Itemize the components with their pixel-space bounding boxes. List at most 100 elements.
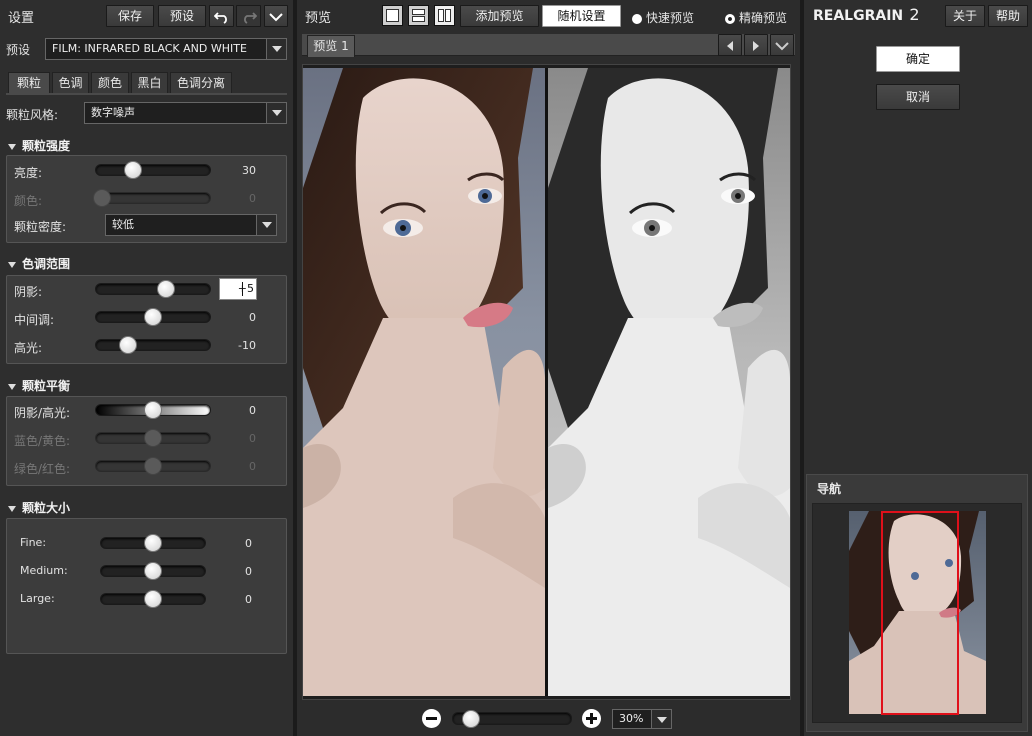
grain-color-label: 颜色: [14,194,43,208]
grain-color-slider-knob[interactable] [93,189,111,207]
zoom-value: 30% [619,712,644,725]
preset-select[interactable]: FILM: INFRARED BLACK AND WHITE [45,38,287,60]
shadows-value-input[interactable]: +5 [219,278,257,300]
medium-label: Medium: [20,564,68,577]
blue-yellow-label: 蓝色/黄色: [14,434,71,448]
processed-preview-image[interactable] [548,68,790,696]
add-preview-button[interactable]: 添加预览 [460,5,539,27]
highlights-label: 高光: [14,341,43,355]
undo-button[interactable] [209,5,234,27]
chevron-down-icon [266,103,286,123]
large-slider-knob[interactable] [144,590,162,608]
highlights-slider-track[interactable] [95,339,211,351]
shadow-highlight-slider-knob[interactable] [144,401,162,419]
blue-yellow-slider-knob[interactable] [144,429,162,447]
random-settings-button[interactable]: 随机设置 [542,5,621,27]
split-horizontal-icon [412,9,425,15]
app-logo-text: REALGRAIN [813,8,904,24]
tab-grain[interactable]: 颗粒 [8,72,50,94]
tab-bw[interactable]: 黑白 [131,72,168,94]
original-preview-image[interactable] [303,68,545,696]
accurate-preview-radio[interactable]: 精确预览 [725,9,787,26]
highlights-slider-knob[interactable] [119,336,137,354]
accurate-preview-label: 精确预览 [739,11,788,25]
shadows-slider-track[interactable] [95,283,211,295]
tab-scroll-left-button[interactable] [718,34,742,56]
portrait-color-drawing [303,68,545,696]
chevron-down-icon [266,39,286,59]
single-view-icon [386,9,399,22]
tab-bar-divider [6,93,287,95]
fast-preview-radio[interactable]: 快速预览 [632,9,694,26]
radio-icon [632,13,642,24]
midtones-slider-knob[interactable] [144,308,162,326]
portrait-bw-drawing [548,68,790,696]
green-red-label: 绿色/红色: [14,462,71,476]
brightness-slider-track[interactable] [95,164,211,176]
medium-slider-knob[interactable] [144,562,162,580]
chevron-down-icon [775,42,789,51]
tab-tone[interactable]: 色调 [52,72,89,94]
medium-value: 0 [245,565,252,578]
help-button[interactable]: 帮助 [988,5,1028,27]
grain-color-value: 0 [249,192,256,205]
section-grain-size-header[interactable]: 颗粒大小 [8,499,70,516]
section-grain-strength-header[interactable]: 颗粒强度 [8,137,70,154]
preview-tab-label: 预览 1 [313,39,349,53]
navigator-title: 导航 [817,482,842,496]
menu-dropdown-button[interactable] [264,5,288,27]
large-value: 0 [245,593,252,606]
about-button[interactable]: 关于 [945,5,985,27]
save-button[interactable]: 保存 [106,5,154,27]
brightness-slider-knob[interactable] [124,161,142,179]
chevron-down-icon [256,215,276,235]
redo-button[interactable] [236,5,261,27]
grain-style-select[interactable]: 数字噪声 [84,102,287,124]
fine-slider-knob[interactable] [144,534,162,552]
chevron-down-icon [269,13,283,22]
blue-yellow-value: 0 [249,432,256,445]
cancel-button[interactable]: 取消 [876,84,960,110]
section-title: 颗粒大小 [22,501,71,515]
shadows-label: 阴影: [14,285,43,299]
grain-style-value: 数字噪声 [91,106,135,119]
tab-color[interactable]: 颜色 [91,72,129,94]
zoom-out-button[interactable] [422,709,441,728]
collapse-triangle-icon [8,261,16,268]
zoom-select[interactable]: 30% [612,709,672,729]
preset-button[interactable]: 预设 [158,5,206,27]
app-logo: REALGRAIN 2 [813,5,920,24]
navigator-viewport-rect[interactable] [881,511,959,715]
split-vertical-icon [438,9,444,22]
section-title: 颗粒强度 [22,139,71,153]
preset-select-value: FILM: INFRARED BLACK AND WHITE [52,42,247,55]
ok-button[interactable]: 确定 [876,46,960,72]
tab-scroll-right-button[interactable] [744,34,768,56]
grain-density-select[interactable]: 较低 [105,214,277,236]
section-tonal-range-header[interactable]: 色调范围 [8,255,70,272]
midtones-label: 中间调: [14,313,55,327]
settings-title: 设置 [8,11,35,26]
tab-split-tone[interactable]: 色调分离 [170,72,232,94]
single-view-button[interactable] [382,5,403,26]
split-vertical-button[interactable] [434,5,455,26]
zoom-in-button[interactable] [582,709,601,728]
redo-icon [243,12,257,24]
grain-color-slider-track[interactable] [95,192,211,204]
app-logo-version: 2 [909,5,920,24]
tab-menu-button[interactable] [770,34,794,56]
section-title: 颗粒平衡 [22,379,71,393]
preview-tab-1[interactable]: 预览 1 [307,35,355,57]
split-horizontal-button[interactable] [408,5,429,26]
section-grain-balance-header[interactable]: 颗粒平衡 [8,377,70,394]
undo-icon [213,12,227,24]
green-red-slider-knob[interactable] [144,457,162,475]
grain-density-label: 颗粒密度: [14,220,67,234]
zoom-slider-knob[interactable] [462,710,480,728]
chevron-left-icon [727,41,733,51]
shadow-highlight-value: 0 [249,404,256,417]
preview-title: 预览 [305,11,332,26]
minus-icon [426,717,437,720]
shadows-slider-knob[interactable] [157,280,175,298]
collapse-triangle-icon [8,383,16,390]
